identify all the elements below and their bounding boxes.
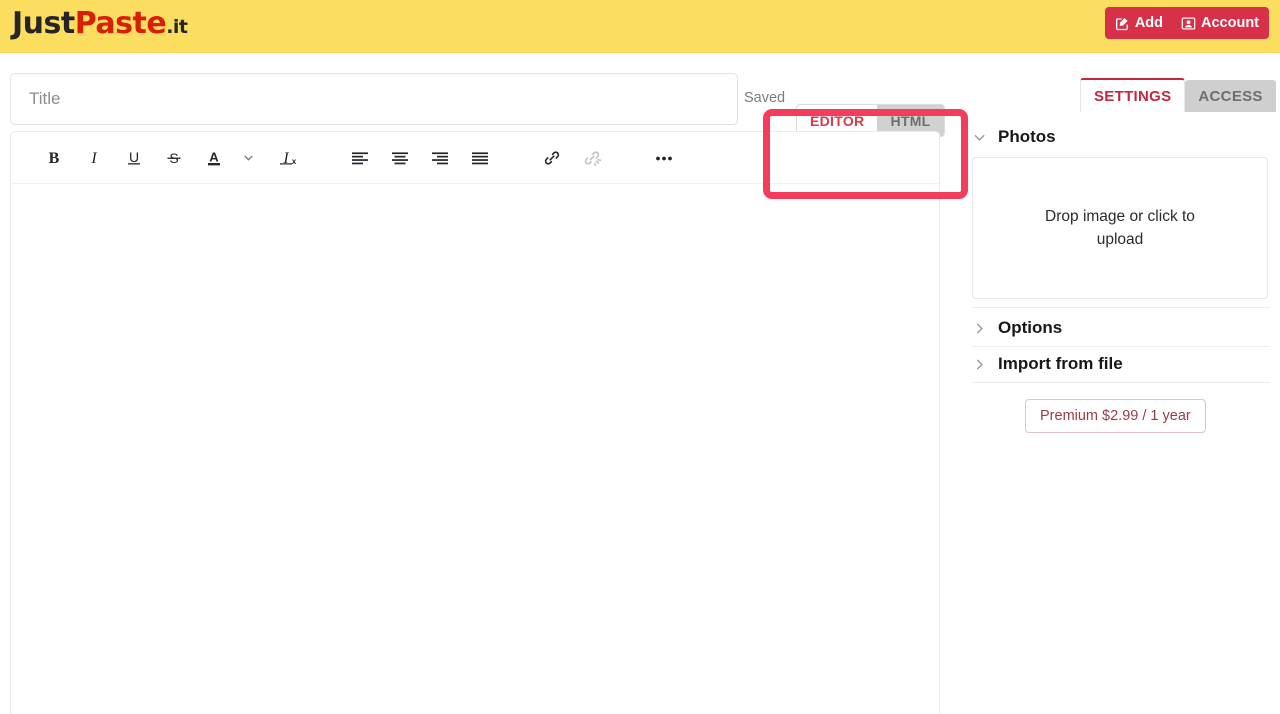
chevron-down-icon: [972, 130, 987, 145]
align-left-button[interactable]: [343, 141, 377, 175]
underline-button[interactable]: U: [117, 141, 151, 175]
text-color-dropdown-button[interactable]: [231, 141, 265, 175]
app-logo[interactable]: JustPaste.it: [12, 6, 188, 41]
app-header: JustPaste.it Add Account: [0, 0, 1280, 53]
title-row: Saved EDITOR HTML: [10, 73, 945, 137]
insert-link-button[interactable]: [535, 141, 569, 175]
underline-icon: U: [124, 148, 144, 168]
editor-column: Saved EDITOR HTML B I: [10, 53, 945, 714]
clear-formatting-icon: I x: [277, 148, 299, 168]
sidebar-section-import-label: Import from file: [998, 354, 1123, 373]
svg-text:U: U: [129, 149, 139, 165]
more-options-button[interactable]: [647, 141, 681, 175]
photo-upload-dropzone-text: Drop image or click to upload: [1045, 208, 1195, 248]
sidebar-section-options[interactable]: Options: [972, 307, 1270, 347]
sidebar-section-import-from-file[interactable]: Import from file: [972, 344, 1270, 383]
align-left-icon: [350, 148, 370, 168]
header-action-group: Add Account: [1104, 7, 1269, 39]
sidebar-section-photos-label: Photos: [998, 127, 1056, 146]
clear-formatting-button[interactable]: I x: [271, 141, 305, 175]
align-right-button[interactable]: [423, 141, 457, 175]
sidebar-section-options-label: Options: [998, 318, 1063, 337]
chevron-down-icon: [242, 151, 255, 164]
strikethrough-icon: S: [164, 148, 184, 168]
italic-icon: I: [84, 148, 104, 168]
logo-part-it: .it: [166, 16, 188, 38]
more-options-icon: [653, 148, 675, 168]
chevron-right-icon: [972, 357, 987, 372]
align-center-button[interactable]: [383, 141, 417, 175]
bold-icon: B: [44, 148, 64, 168]
tab-settings[interactable]: SETTINGS: [1080, 78, 1186, 112]
align-center-icon: [390, 148, 410, 168]
edit-square-icon: [1115, 16, 1130, 31]
sidebar-tabs: SETTINGS ACCESS: [1080, 78, 1276, 112]
title-input[interactable]: [10, 73, 738, 125]
photo-upload-dropzone[interactable]: Drop image or click to upload: [972, 157, 1268, 299]
chevron-right-icon: [972, 321, 987, 336]
strikethrough-button[interactable]: S: [157, 141, 191, 175]
logo-part-paste: Paste: [74, 6, 167, 41]
sidebar-section-photos[interactable]: Photos: [972, 123, 1270, 151]
saved-status-label: Saved: [744, 90, 786, 106]
italic-button[interactable]: I: [77, 141, 111, 175]
right-sidebar: SETTINGS ACCESS Photos Drop image or cli…: [962, 53, 1280, 714]
text-color-button[interactable]: A: [197, 141, 231, 175]
svg-text:x: x: [292, 157, 297, 166]
link-icon: [542, 148, 562, 168]
editor-content-area[interactable]: [10, 183, 940, 714]
text-color-icon: A: [204, 148, 224, 168]
unlink-icon: [582, 148, 602, 168]
editor-toolbar: B I U S A I x: [10, 131, 940, 183]
unlink-button[interactable]: [575, 141, 609, 175]
align-justify-icon: [470, 148, 490, 168]
svg-text:A: A: [209, 149, 219, 164]
align-right-icon: [430, 148, 450, 168]
align-justify-button[interactable]: [463, 141, 497, 175]
account-button-label: Account: [1201, 15, 1259, 31]
account-button[interactable]: Account: [1181, 15, 1259, 31]
add-button-label: Add: [1134, 15, 1163, 31]
tab-access[interactable]: ACCESS: [1185, 80, 1276, 112]
add-button[interactable]: Add: [1115, 15, 1163, 31]
bold-button[interactable]: B: [37, 141, 71, 175]
user-card-icon: [1181, 16, 1196, 31]
premium-upgrade-button[interactable]: Premium $2.99 / 1 year: [1025, 399, 1206, 433]
main-area: Saved EDITOR HTML B I: [0, 53, 1280, 714]
svg-text:B: B: [49, 150, 60, 167]
logo-part-just: Just: [12, 6, 75, 41]
svg-text:I: I: [90, 150, 97, 167]
